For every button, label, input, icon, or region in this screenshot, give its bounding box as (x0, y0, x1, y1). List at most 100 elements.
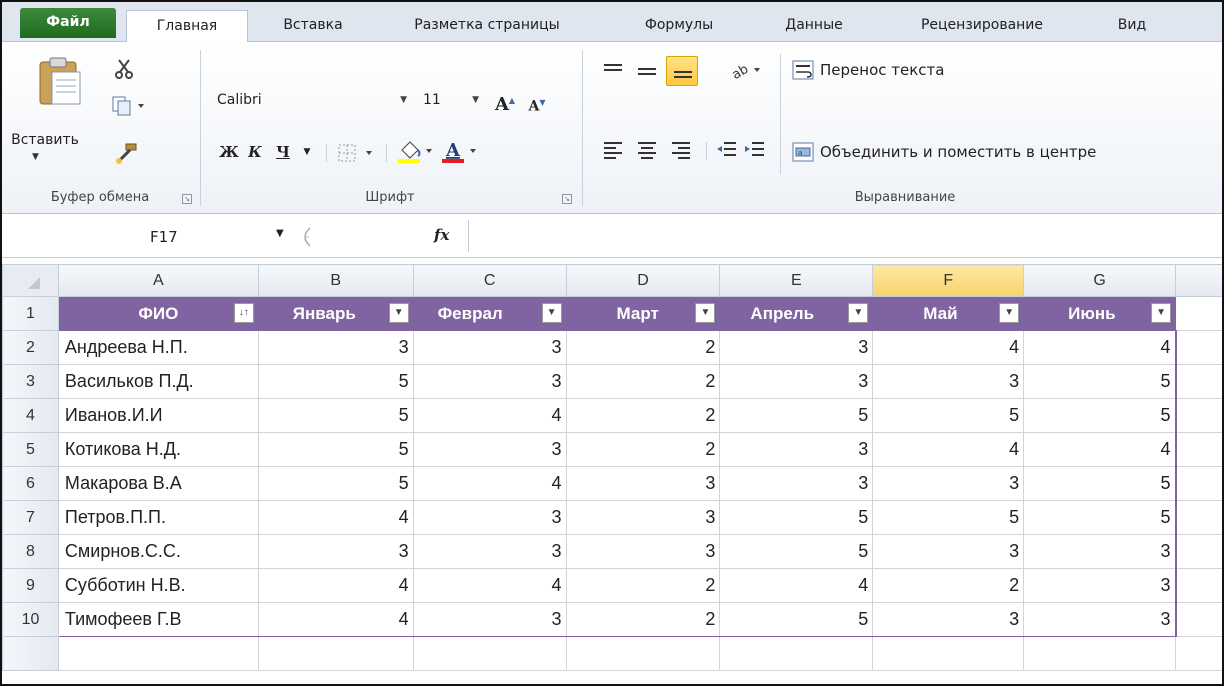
align-center-icon[interactable] (636, 140, 658, 160)
grade-cell[interactable]: 3 (565, 534, 721, 569)
wrap-text-button[interactable]: Перенос текста (792, 54, 944, 86)
grade-cell[interactable]: 5 (719, 602, 874, 637)
grade-cell[interactable]: 3 (565, 466, 721, 501)
grade-cell[interactable]: 5 (719, 398, 874, 433)
grade-cell[interactable]: 5 (257, 466, 414, 501)
grade-cell[interactable]: 3 (872, 602, 1025, 637)
grade-cell[interactable]: 4 (719, 568, 874, 603)
font-name-dropdown-icon[interactable]: ▼ (400, 89, 407, 111)
grade-cell[interactable]: 3 (1023, 602, 1177, 637)
grade-cell[interactable]: 4 (872, 330, 1025, 365)
grade-cell[interactable]: 3 (412, 364, 567, 399)
empty-cell[interactable] (1175, 534, 1222, 569)
column-header-a[interactable]: A (57, 264, 259, 297)
grade-cell[interactable]: 3 (412, 500, 567, 535)
grade-cell[interactable]: 3 (257, 534, 414, 569)
grade-cell[interactable]: 2 (565, 568, 721, 603)
table-header-cell[interactable]: Март ▼ (565, 296, 721, 331)
table-header-cell[interactable]: Январь ▼ (257, 296, 414, 331)
align-middle-icon[interactable] (636, 62, 658, 80)
tab-formulas[interactable]: Формулы (624, 10, 734, 42)
filter-dropdown-icon[interactable]: ▼ (388, 303, 409, 323)
font-launcher-icon[interactable]: ↘ (562, 194, 572, 204)
paste-dropdown-icon[interactable]: ▼ (32, 152, 39, 162)
tab-page-layout[interactable]: Разметка страницы (382, 10, 592, 42)
grade-cell[interactable]: 3 (1023, 568, 1177, 603)
row-header[interactable]: 4 (2, 398, 59, 433)
empty-cell[interactable] (1175, 432, 1222, 467)
column-header-d[interactable]: D (565, 264, 721, 297)
align-right-icon[interactable] (670, 140, 692, 160)
grade-cell[interactable]: 2 (565, 602, 721, 637)
name-box-dropdown-icon[interactable]: ▼ (276, 228, 284, 239)
empty-cell[interactable] (1175, 500, 1222, 535)
table-header-cell[interactable]: Апрель ▼ (719, 296, 874, 331)
filter-dropdown-icon[interactable]: ▼ (541, 303, 562, 323)
row-header[interactable]: 7 (2, 500, 59, 535)
grade-cell[interactable]: 4 (257, 602, 414, 637)
tab-home[interactable]: Главная (126, 10, 248, 43)
grow-font-button[interactable]: A▲ (492, 88, 518, 115)
empty-cell[interactable] (1175, 330, 1222, 365)
copy-icon[interactable] (112, 96, 146, 116)
name-cell[interactable]: Котикова Н.Д. (57, 432, 259, 467)
grade-cell[interactable]: 4 (257, 568, 414, 603)
grade-cell[interactable]: 2 (565, 398, 721, 433)
column-header-c[interactable]: C (412, 264, 567, 297)
grade-cell[interactable]: 4 (872, 432, 1025, 467)
empty-cell[interactable] (257, 636, 414, 671)
table-header-cell[interactable]: Июнь ▼ (1023, 296, 1177, 331)
grade-cell[interactable]: 3 (719, 466, 874, 501)
increase-indent-icon[interactable] (744, 140, 766, 160)
filter-dropdown-icon[interactable]: ▼ (999, 303, 1020, 323)
tab-review[interactable]: Рецензирование (902, 10, 1062, 42)
column-header-f[interactable]: F (872, 264, 1025, 297)
insert-function-button[interactable]: fx (434, 226, 449, 244)
empty-cell[interactable] (719, 636, 874, 671)
grade-cell[interactable]: 2 (565, 432, 721, 467)
grade-cell[interactable]: 4 (412, 466, 567, 501)
grade-cell[interactable]: 5 (1023, 398, 1177, 433)
row-header[interactable]: 9 (2, 568, 59, 603)
grade-cell[interactable]: 2 (565, 330, 721, 365)
formula-input[interactable] (468, 220, 1222, 252)
tab-data[interactable]: Данные (764, 10, 864, 42)
grade-cell[interactable]: 3 (565, 500, 721, 535)
font-size-dropdown-icon[interactable]: ▼ (472, 89, 479, 111)
align-bottom-button[interactable] (666, 56, 698, 86)
grade-cell[interactable]: 2 (872, 568, 1025, 603)
filter-dropdown-icon[interactable]: ▼ (695, 303, 716, 323)
grade-cell[interactable]: 4 (412, 568, 567, 603)
grade-cell[interactable]: 4 (257, 500, 414, 535)
tab-view[interactable]: Вид (1102, 10, 1162, 42)
grade-cell[interactable]: 5 (872, 398, 1025, 433)
align-top-icon[interactable] (602, 62, 624, 80)
empty-cell[interactable] (412, 636, 567, 671)
empty-cell[interactable] (1175, 636, 1222, 671)
font-size-combo[interactable]: 11 ▼ (418, 88, 484, 112)
cut-icon[interactable] (114, 58, 134, 80)
paste-button[interactable] (16, 46, 86, 174)
table-header-cell[interactable]: Феврал ▼ (412, 296, 567, 331)
row-header[interactable]: 6 (2, 466, 59, 501)
grade-cell[interactable]: 3 (872, 364, 1025, 399)
grade-cell[interactable]: 3 (1023, 534, 1177, 569)
grade-cell[interactable]: 3 (412, 602, 567, 637)
bold-button[interactable]: Ж (216, 140, 242, 164)
tab-insert[interactable]: Вставка (258, 10, 368, 42)
name-cell[interactable]: Васильков П.Д. (57, 364, 259, 399)
row-header[interactable] (2, 636, 59, 671)
grade-cell[interactable]: 3 (872, 534, 1025, 569)
grade-cell[interactable]: 5 (719, 534, 874, 569)
name-cell[interactable]: Тимофеев Г.В (57, 602, 259, 637)
row-header[interactable]: 3 (2, 364, 59, 399)
column-header-g[interactable]: G (1023, 264, 1177, 297)
row-header[interactable]: 2 (2, 330, 59, 365)
align-left-icon[interactable] (602, 140, 624, 160)
formula-bar-resize-icon[interactable] (298, 226, 314, 248)
font-color-icon[interactable]: A (440, 138, 482, 164)
format-painter-icon[interactable] (114, 142, 138, 164)
grade-cell[interactable]: 5 (257, 398, 414, 433)
column-header-empty[interactable] (1175, 264, 1222, 297)
grade-cell[interactable]: 3 (872, 466, 1025, 501)
